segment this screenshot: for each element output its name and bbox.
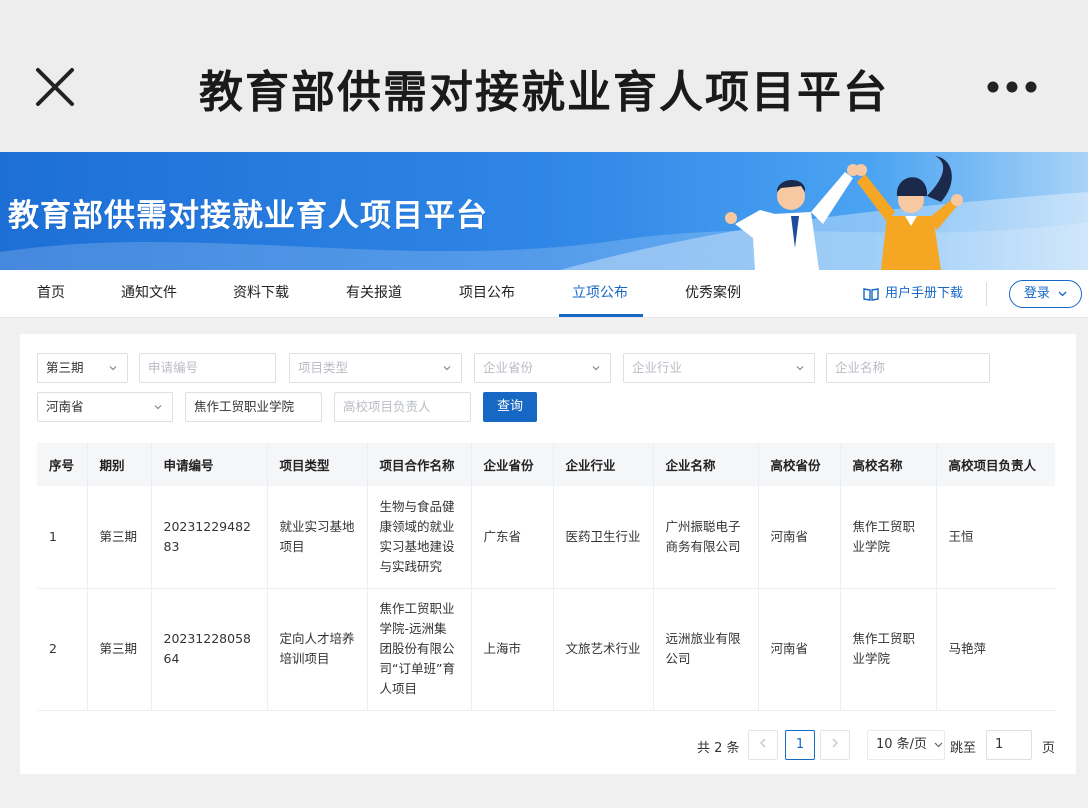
nav-home[interactable]: 首页 <box>37 270 65 318</box>
app-no-input[interactable]: 申请编号 <box>139 353 276 383</box>
table-cell: 文旅艺术行业 <box>553 588 654 711</box>
jump-page-input[interactable]: 1 <box>986 730 1032 760</box>
nav-reports[interactable]: 有关报道 <box>346 270 402 318</box>
col-header: 高校省份 <box>758 443 841 486</box>
col-header: 申请编号 <box>151 443 268 486</box>
table-cell: 2023122948283 <box>151 486 268 589</box>
school-province-select[interactable]: 河南省 <box>37 392 173 422</box>
book-icon <box>863 288 879 301</box>
table-row: 2 第三期 2023122805864 定向人才培养培训项目 焦作工贸职业学院-… <box>37 588 1055 711</box>
table-cell: 就业实习基地项目 <box>267 486 368 589</box>
banner: 教育部供需对接就业育人项目平台 <box>0 152 1088 270</box>
table-cell: 马艳萍 <box>936 588 1055 711</box>
period-select[interactable]: 第三期 <box>37 353 128 383</box>
nav-approval-publish[interactable]: 立项公布 <box>572 270 628 318</box>
nav-project-publish[interactable]: 项目公布 <box>459 270 515 318</box>
page-size-value: 10 条/页 <box>876 737 928 752</box>
col-header: 项目类型 <box>267 443 368 486</box>
table-cell: 上海市 <box>471 588 554 711</box>
project-type-select[interactable]: 项目类型 <box>289 353 462 383</box>
table-cell: 生物与食品健康领域的就业实习基地建设与实践研究 <box>367 486 472 589</box>
ent-province-select[interactable]: 企业省份 <box>474 353 611 383</box>
table-cell: 2023122805864 <box>151 588 268 711</box>
table-cell: 广州振聪电子商务有限公司 <box>653 486 759 589</box>
next-page-button[interactable] <box>820 730 850 760</box>
col-header: 高校项目负责人 <box>936 443 1055 486</box>
page-suffix-label: 页 <box>1042 741 1056 756</box>
total-count: 共 2 条 <box>697 741 740 756</box>
banner-title: 教育部供需对接就业育人项目平台 <box>8 198 488 234</box>
ent-name-input[interactable]: 企业名称 <box>826 353 990 383</box>
table-cell: 第三期 <box>87 588 152 711</box>
chevron-down-icon <box>443 366 451 371</box>
high-five-illustration <box>725 156 963 270</box>
leader-input[interactable]: 高校项目负责人 <box>334 392 471 422</box>
col-header: 序号 <box>37 443 88 486</box>
table-cell: 第三期 <box>87 486 152 589</box>
table-cell: 焦作工贸职业学院-远洲集团股份有限公司“订单班”育人项目 <box>367 588 472 711</box>
chevron-down-icon <box>154 405 162 410</box>
col-header: 企业名称 <box>653 443 759 486</box>
table-row: 1 第三期 2023122948283 就业实习基地项目 生物与食品健康领域的就… <box>37 486 1055 589</box>
nav-separator <box>986 282 987 306</box>
col-header: 企业省份 <box>471 443 554 486</box>
industry-select[interactable]: 企业行业 <box>623 353 815 383</box>
more-options-icon[interactable] <box>986 80 1038 94</box>
pagination: 共 2 条 1 10 条/页 跳至 1 页 <box>0 730 1088 762</box>
jump-label: 跳至 <box>950 741 977 756</box>
table-cell: 广东省 <box>471 486 554 589</box>
period-select-value: 第三期 <box>46 360 84 375</box>
query-button[interactable]: 查询 <box>483 392 537 422</box>
table-cell: 远洲旅业有限公司 <box>653 588 759 711</box>
industry-placeholder: 企业行业 <box>632 360 683 375</box>
app-bar: 教育部供需对接就业育人项目平台 <box>0 0 1088 152</box>
nav-downloads[interactable]: 资料下载 <box>233 270 289 318</box>
login-button[interactable]: 登录 <box>1009 280 1082 308</box>
nav-cases[interactable]: 优秀案例 <box>685 270 741 318</box>
table-cell: 河南省 <box>758 588 841 711</box>
col-header: 项目合作名称 <box>367 443 472 486</box>
page-size-select[interactable]: 10 条/页 <box>867 730 945 760</box>
chevron-down-icon <box>109 366 117 371</box>
ent-province-placeholder: 企业省份 <box>483 360 534 375</box>
table-cell: 1 <box>37 486 88 589</box>
school-name-input[interactable]: 焦作工贸职业学院 <box>185 392 322 422</box>
col-header: 期别 <box>87 443 152 486</box>
main-nav: 首页 通知文件 资料下载 有关报道 项目公布 立项公布 优秀案例 用户手册下载 … <box>0 270 1088 318</box>
chevron-down-icon <box>592 366 600 371</box>
table-cell: 医药卫生行业 <box>553 486 654 589</box>
chevron-down-icon <box>1058 291 1067 296</box>
page-1-button[interactable]: 1 <box>785 730 815 760</box>
col-header: 高校名称 <box>840 443 937 486</box>
table-cell: 王恒 <box>936 486 1055 589</box>
table-cell: 河南省 <box>758 486 841 589</box>
manual-download-link[interactable]: 用户手册下载 <box>863 284 963 304</box>
table-cell: 定向人才培养培训项目 <box>267 588 368 711</box>
school-province-value: 河南省 <box>46 399 84 414</box>
chevron-left-icon <box>760 738 766 748</box>
results-table: 序号 期别 申请编号 项目类型 项目合作名称 企业省份 企业行业 企业名称 高校… <box>37 443 1055 711</box>
nav-notices[interactable]: 通知文件 <box>121 270 177 318</box>
manual-download-label: 用户手册下载 <box>885 286 964 301</box>
project-type-placeholder: 项目类型 <box>298 360 349 375</box>
table-cell: 2 <box>37 588 88 711</box>
chevron-right-icon <box>832 738 838 748</box>
app-title: 教育部供需对接就业育人项目平台 <box>199 67 889 118</box>
table-cell: 焦作工贸职业学院 <box>840 486 937 589</box>
col-header: 企业行业 <box>553 443 654 486</box>
table-cell: 焦作工贸职业学院 <box>840 588 937 711</box>
login-label: 登录 <box>1023 286 1050 301</box>
nav-active-underline <box>559 314 643 317</box>
chevron-down-icon <box>796 366 804 371</box>
table-header-row: 序号 期别 申请编号 项目类型 项目合作名称 企业省份 企业行业 企业名称 高校… <box>37 443 1055 486</box>
prev-page-button[interactable] <box>748 730 778 760</box>
chevron-down-icon <box>934 742 943 747</box>
